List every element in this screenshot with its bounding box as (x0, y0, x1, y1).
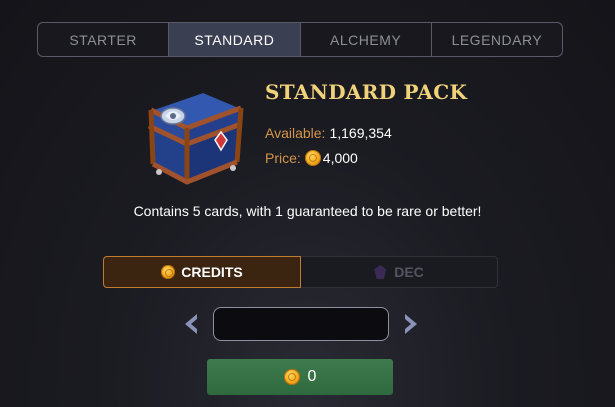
pack-title: STANDARD PACK (265, 80, 468, 104)
dec-button[interactable]: DEC (301, 256, 498, 288)
quantity-input[interactable] (213, 307, 389, 341)
credits-label: CREDITS (181, 264, 243, 280)
dec-crystal-icon (374, 265, 387, 279)
credits-coin-icon (161, 265, 176, 279)
treasure-chest-icon (146, 90, 244, 185)
tab-starter[interactable]: STARTER (38, 23, 170, 56)
buy-total: 0 (307, 368, 317, 385)
available-row: Available: 1,169,354 (265, 125, 392, 141)
tab-legendary[interactable]: LEGENDARY (432, 23, 562, 56)
price-value: 4,000 (322, 150, 358, 166)
credits-coin-icon (283, 369, 300, 385)
currency-toggle: CREDITS DEC (103, 256, 498, 288)
price-row: Price: 4,000 (265, 150, 358, 166)
tab-alchemy[interactable]: ALCHEMY (301, 23, 432, 56)
dec-label: DEC (394, 264, 424, 280)
pack-tabs: STARTER STANDARD ALCHEMY LEGENDARY (37, 22, 563, 57)
available-value: 1,169,354 (329, 125, 392, 141)
buy-button[interactable]: 0 (207, 359, 393, 395)
decrease-quantity-arrow-icon[interactable] (181, 312, 201, 336)
credits-coin-icon (304, 150, 321, 166)
increase-quantity-arrow-icon[interactable] (401, 312, 421, 336)
tab-standard[interactable]: STANDARD (169, 23, 301, 56)
available-label: Available: (265, 125, 326, 141)
credits-button[interactable]: CREDITS (103, 256, 301, 288)
price-label: Price: (265, 150, 301, 166)
pack-description: Contains 5 cards, with 1 guaranteed to b… (133, 203, 482, 219)
